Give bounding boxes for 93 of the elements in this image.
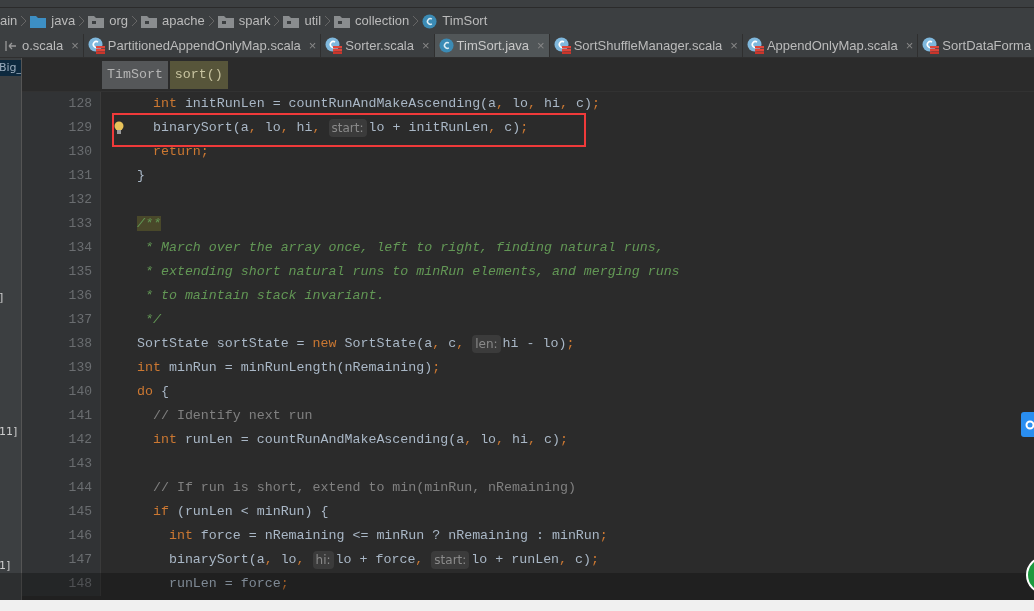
- breadcrumb-item[interactable]: java: [30, 11, 76, 31]
- close-icon[interactable]: ×: [308, 35, 317, 56]
- folder-icon: [283, 14, 300, 28]
- code-line: return;: [151, 143, 209, 162]
- scala-file-icon: [87, 37, 105, 54]
- code-text: lo + initRunLen, c);: [368, 119, 529, 138]
- chevron-icon: [79, 16, 85, 26]
- code-text: SortState sortState = new SortState(a, c,: [137, 335, 466, 354]
- doc-comment: /**: [137, 215, 161, 234]
- project-tree-item[interactable]: ]: [0, 290, 21, 306]
- code-line: int minRun = minRunLength(nRemaining);: [137, 359, 441, 378]
- scala-file-icon: [922, 37, 940, 54]
- editor-tab[interactable]: TimSort.java ×: [434, 34, 550, 57]
- scala-file-icon: [325, 37, 343, 54]
- code-comment: // Identify next run: [151, 407, 313, 426]
- code-comment: // If run is short, extend to min(minRun, nRemaining): [151, 479, 576, 498]
- code-text: lo + force,: [335, 551, 425, 570]
- class-icon: [422, 13, 438, 29]
- lightbulb-icon[interactable]: [114, 121, 124, 135]
- line-number: 137: [68, 311, 92, 330]
- close-icon[interactable]: ×: [730, 35, 738, 56]
- code-line: int runLen = countRunAndMakeAscending(a, lo, hi, c);: [151, 431, 568, 450]
- chevron-icon: [208, 16, 214, 26]
- parameter-hint: len:: [472, 335, 501, 353]
- line-number: 132: [68, 191, 92, 210]
- code-text: binarySort(a, lo,: [167, 551, 306, 570]
- breadcrumb-item[interactable]: spark: [217, 11, 271, 31]
- editor-breadcrumb[interactable]: TimSort: [102, 60, 168, 89]
- parameter-hint: start:: [431, 551, 470, 569]
- code-line: if (runLen < minRun) {: [151, 503, 329, 522]
- close-icon[interactable]: ×: [422, 35, 430, 56]
- line-number: 128: [68, 95, 92, 114]
- editor-tab[interactable]: PartitionedAppendOnlyMap.scala ×: [83, 34, 322, 57]
- chevron-icon: [413, 16, 419, 26]
- folder-icon: [88, 14, 105, 28]
- code-text: hi - lo);: [502, 335, 575, 354]
- line-number: 144: [68, 479, 92, 498]
- project-tree-item[interactable]: 1]: [0, 558, 21, 574]
- breadcrumb-item[interactable]: util: [283, 11, 322, 31]
- line-number: 146: [68, 527, 92, 546]
- scala-file-icon: [553, 37, 571, 54]
- chevron-icon: [21, 16, 27, 26]
- project-tree-item[interactable]: 11]: [0, 424, 21, 440]
- line-number: 134: [68, 239, 92, 258]
- breadcrumb-item[interactable]: ain: [0, 11, 18, 31]
- line-number: 133: [68, 215, 92, 234]
- line-number: 130: [68, 143, 92, 162]
- line-number: 131: [68, 167, 92, 186]
- chevron-icon: [132, 16, 137, 26]
- editor-tab[interactable]: SortDataForma: [918, 34, 1034, 57]
- editor-tab[interactable]: AppendOnlyMap.scala ×: [742, 34, 919, 57]
- chevron-icon: [274, 16, 280, 26]
- line-number: 142: [68, 431, 92, 450]
- folder-icon: [141, 14, 157, 28]
- breadcrumb-item[interactable]: collection: [334, 11, 410, 31]
- code-text: binarySort(a, lo, hi,: [151, 119, 322, 138]
- line-number: 145: [68, 503, 92, 522]
- editor-breadcrumb[interactable]: sort(): [169, 60, 228, 89]
- editor-tab[interactable]: o.scala ×: [18, 34, 84, 57]
- editor-tab[interactable]: Sorter.scala ×: [321, 34, 435, 57]
- parameter-hint: start:: [328, 119, 367, 137]
- folder-icon: [334, 14, 351, 28]
- folder-icon: [30, 14, 47, 28]
- scala-file-icon: [746, 37, 764, 54]
- close-icon[interactable]: ×: [71, 35, 79, 56]
- class-icon: [438, 38, 454, 53]
- breadcrumb-item[interactable]: apache: [141, 11, 205, 31]
- close-icon[interactable]: ×: [905, 35, 914, 56]
- line-number: 129: [68, 119, 92, 138]
- doc-comment: * to maintain stack invariant.: [143, 287, 385, 306]
- code-line: int initRunLen = countRunAndMakeAscending(a, lo, hi, c);: [151, 95, 600, 114]
- line-number: 143: [68, 455, 92, 474]
- doc-comment: * extending short natural runs to minRun elements, and merging runs: [143, 263, 680, 282]
- doc-comment: * March over the array once, left to right, finding natural runs,: [143, 239, 664, 258]
- line-number: 140: [68, 383, 92, 402]
- breadcrumb-item[interactable]: org: [88, 11, 128, 31]
- doc-comment: */: [143, 311, 161, 330]
- breadcrumb-item[interactable]: TimSort: [422, 11, 488, 31]
- line-number: 135: [68, 263, 92, 282]
- parameter-hint: hi:: [312, 551, 334, 569]
- line-number: 147: [68, 551, 92, 570]
- code-line: do {: [137, 383, 169, 402]
- code-line: runLen = force;: [167, 575, 289, 594]
- line-number: 141: [68, 407, 92, 426]
- code-line: int force = nRemaining <= minRun ? nRemaining : minRun;: [167, 527, 608, 546]
- chevron-icon: [325, 16, 331, 26]
- line-number: 138: [68, 335, 92, 354]
- line-number: 136: [68, 287, 92, 306]
- folder-icon: [217, 14, 234, 28]
- code-line: }: [137, 167, 145, 186]
- code-text: lo + runLen, c);: [471, 551, 600, 570]
- editor-tab[interactable]: SortShuffleManager.scala ×: [549, 34, 743, 57]
- line-number: 139: [68, 359, 92, 378]
